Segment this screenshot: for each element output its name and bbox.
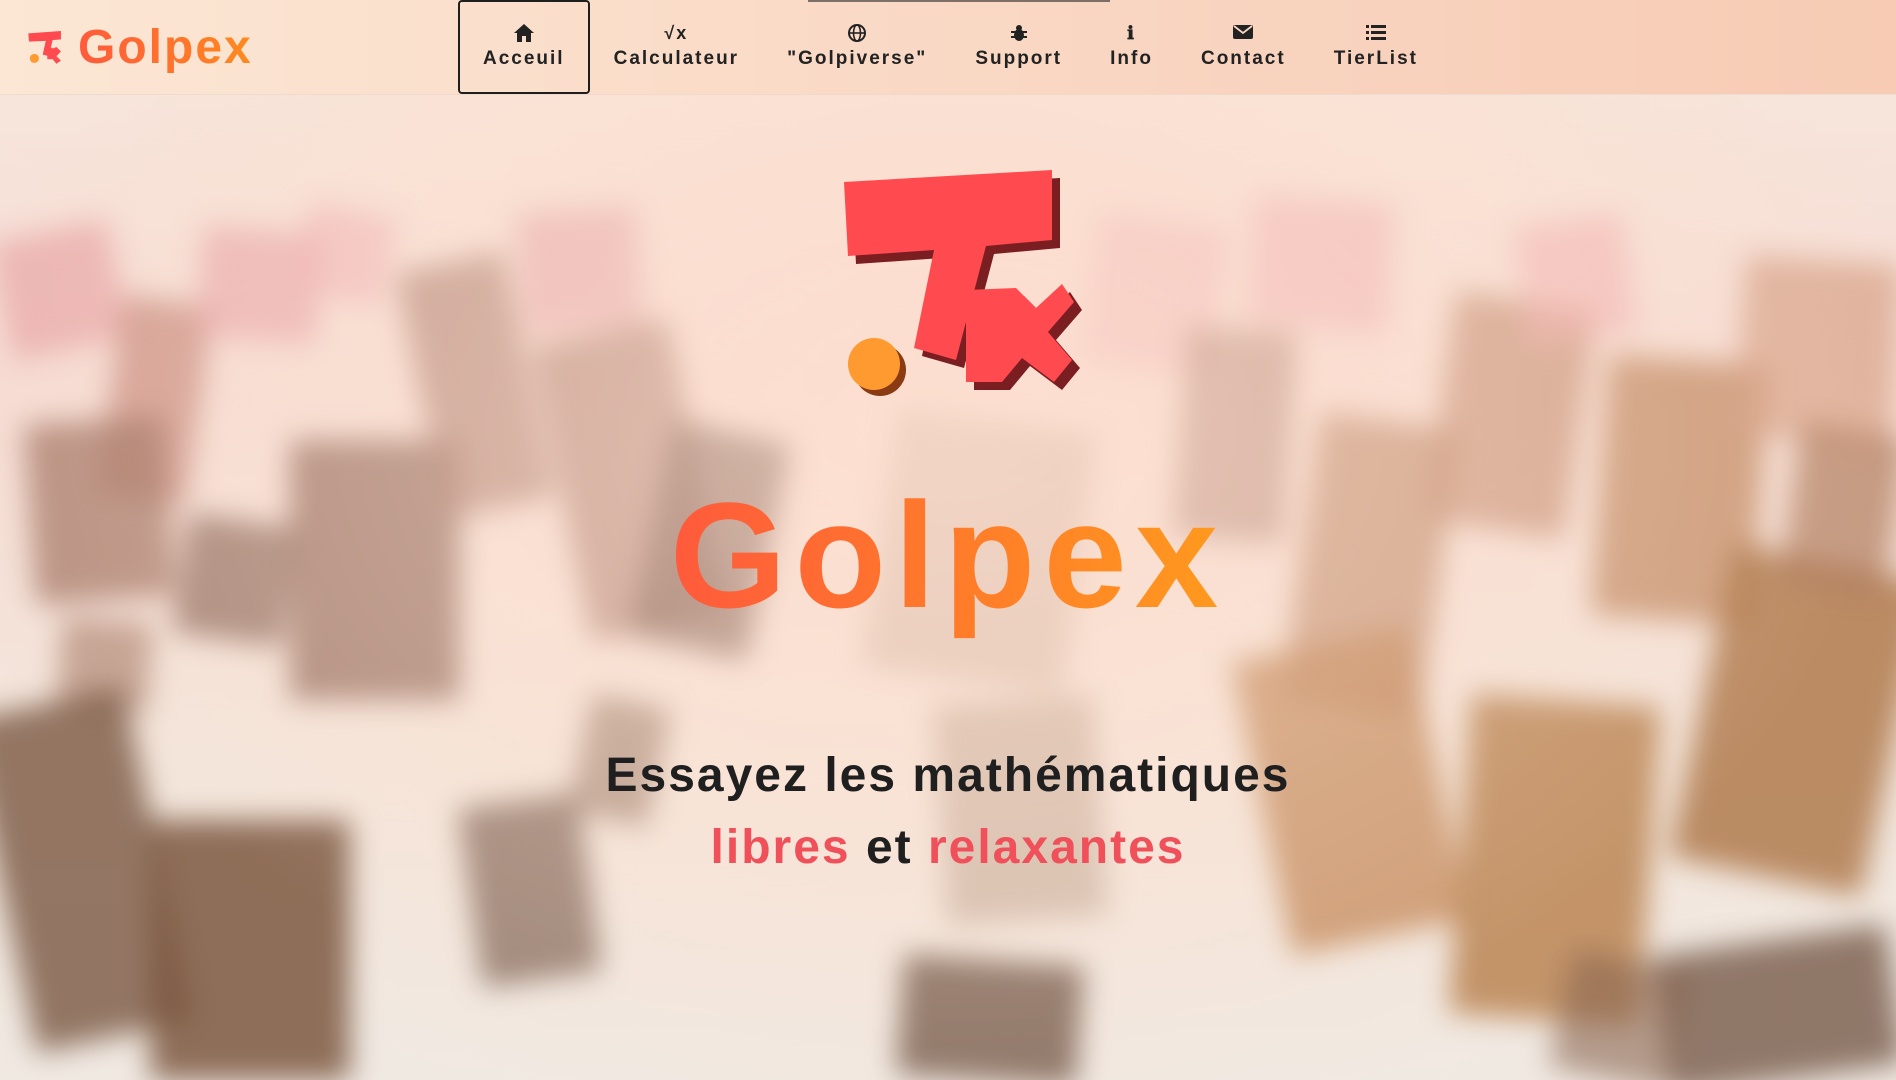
nav-label: Contact bbox=[1200, 48, 1286, 69]
tagline-word-et: et bbox=[865, 821, 913, 874]
nav-item-contact[interactable]: Contact bbox=[1177, 0, 1310, 94]
tagline-line2: libres et relaxantes bbox=[0, 812, 1896, 884]
home-icon bbox=[513, 24, 534, 44]
nav-item-acceuil[interactable]: Acceuil bbox=[458, 0, 590, 94]
tagline-word-libres: libres bbox=[710, 821, 851, 874]
golpex-hero-logo bbox=[844, 170, 1082, 396]
nav-label: "Golpiverse" bbox=[787, 48, 928, 69]
nav-label: Calculateur bbox=[613, 48, 740, 69]
bug-icon bbox=[1010, 24, 1028, 44]
hero-title: Golpex bbox=[669, 471, 1227, 639]
top-navbar: Golpex Acceuil √x Calculateur "Golpivers… bbox=[0, 0, 1896, 94]
main-nav: Acceuil √x Calculateur "Golpiverse" Supp… bbox=[458, 0, 1442, 94]
tagline-line1: Essayez les mathématiques bbox=[605, 749, 1291, 802]
envelope-icon bbox=[1233, 24, 1254, 44]
globe-icon bbox=[848, 24, 867, 44]
list-icon bbox=[1365, 24, 1386, 44]
nav-label: Support bbox=[975, 48, 1063, 69]
square-root-icon: √x bbox=[664, 23, 689, 43]
nav-label: Acceuil bbox=[483, 48, 565, 69]
nav-label: Info bbox=[1110, 48, 1153, 69]
info-icon: ℹ bbox=[1127, 23, 1136, 43]
brand-logo-link[interactable]: Golpex bbox=[26, 18, 253, 76]
tagline-word-relaxantes: relaxantes bbox=[927, 821, 1186, 874]
brand-name: Golpex bbox=[78, 20, 253, 74]
hero-tagline: Essayez les mathématiques libres et rela… bbox=[0, 740, 1896, 884]
nav-item-support[interactable]: Support bbox=[951, 0, 1086, 94]
nav-item-tierlist[interactable]: TierList bbox=[1310, 0, 1442, 94]
golpex-logo-icon bbox=[28, 31, 61, 64]
nav-item-golpiverse[interactable]: "Golpiverse" bbox=[763, 0, 951, 94]
nav-item-info[interactable]: ℹ Info bbox=[1086, 0, 1177, 94]
nav-label: TierList bbox=[1333, 48, 1418, 69]
nav-item-calculateur[interactable]: √x Calculateur bbox=[590, 0, 763, 94]
